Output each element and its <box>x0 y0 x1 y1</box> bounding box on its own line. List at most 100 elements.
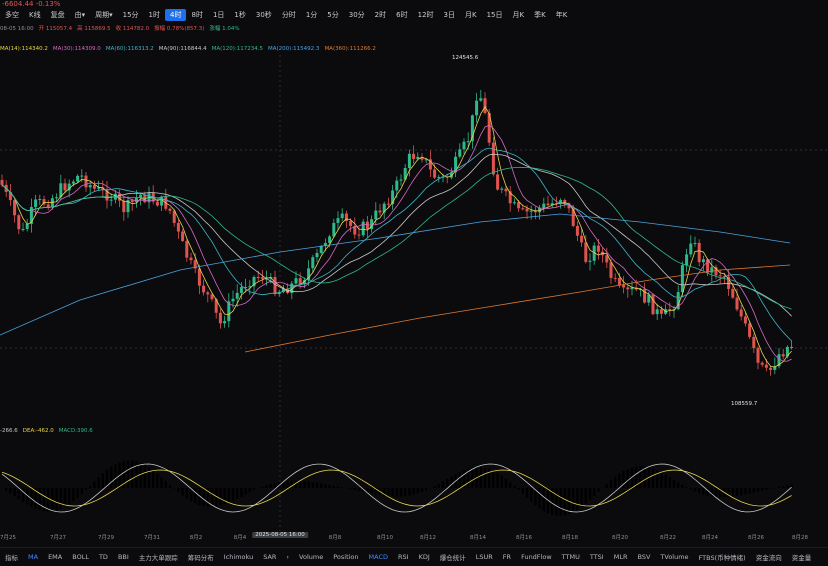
indicator-15[interactable]: KDJ <box>414 553 435 561</box>
ma200-line <box>0 214 790 335</box>
indicator-11[interactable]: Volume <box>294 553 328 561</box>
macd-bar <box>47 488 49 511</box>
indicator-26[interactable]: 资金流向 <box>751 552 787 562</box>
indicator-22[interactable]: MLR <box>609 553 633 561</box>
candle-body <box>626 287 629 289</box>
candle-body <box>433 170 436 178</box>
indicator-14[interactable]: RSI <box>393 553 414 561</box>
macd-bar <box>228 488 230 503</box>
candle-body <box>542 204 545 208</box>
indicator-13[interactable]: MACD <box>364 553 393 561</box>
candle-body <box>589 261 592 262</box>
macd-bar <box>93 481 95 488</box>
indicator-27[interactable]: 资金量 <box>787 552 817 562</box>
candle-body <box>366 222 369 229</box>
indicator-17[interactable]: LSUR <box>471 553 498 561</box>
macd-bar <box>694 488 696 491</box>
x-tick-label: 8月24 <box>702 533 718 541</box>
macd-bar <box>152 470 154 488</box>
candle-body <box>55 197 58 198</box>
indicator-24[interactable]: TVolume <box>655 553 693 561</box>
indicator-4[interactable]: TD <box>94 553 113 561</box>
macd-bar <box>341 487 343 488</box>
candle-body <box>475 101 478 116</box>
indicator-19[interactable]: FundFlow <box>516 553 557 561</box>
candle-body <box>13 200 16 215</box>
macd-bar <box>190 488 192 501</box>
candle-body <box>584 242 587 261</box>
macd-bar <box>148 467 150 488</box>
candle-body <box>38 199 41 200</box>
indicator-23[interactable]: BSV <box>632 553 655 561</box>
indicator-7[interactable]: 筹码分布 <box>183 552 219 562</box>
indicator-21[interactable]: TTSI <box>585 553 609 561</box>
indicator-12[interactable]: Position <box>328 553 363 561</box>
macd-bar <box>517 488 519 490</box>
x-tick-label: 8月10 <box>377 533 393 541</box>
candle-body <box>782 354 785 356</box>
candle-body <box>261 277 264 279</box>
candle-body <box>685 254 688 265</box>
macd-legend-item: DEA:-462.0 <box>23 428 54 434</box>
macd-bar <box>673 480 675 488</box>
macd-bar <box>354 488 356 490</box>
indicator-8[interactable]: Ichimoku <box>219 553 258 561</box>
macd-bar <box>312 482 314 488</box>
ma30-line <box>2 125 792 361</box>
candle-body <box>752 337 755 348</box>
candle-body <box>72 182 75 184</box>
indicator-3[interactable]: BOLL <box>67 553 94 561</box>
candle-body <box>22 229 25 230</box>
indicator-1[interactable]: MA <box>23 553 43 561</box>
candle-body <box>374 211 377 220</box>
macd-bar <box>753 488 755 493</box>
macd-bar <box>135 461 137 488</box>
candle-body <box>190 258 193 261</box>
macd-bar <box>681 485 683 488</box>
indicator-5[interactable]: BBI <box>113 553 134 561</box>
macd-bar <box>740 488 742 495</box>
candle-body <box>223 321 226 323</box>
macd-bar <box>316 483 318 488</box>
macd-bar <box>303 481 305 488</box>
indicator-20[interactable]: TTMU <box>557 553 585 561</box>
candle-body <box>757 348 760 363</box>
candlestick-chart[interactable] <box>0 0 828 531</box>
candle-body <box>341 214 344 219</box>
x-axis: 7月257月277月297月318月28月48月88月108月128月148月1… <box>0 531 828 541</box>
indicator-10[interactable]: › <box>281 553 294 561</box>
macd-bar <box>328 485 330 488</box>
candle-body <box>719 275 722 276</box>
candle-body <box>790 347 793 348</box>
x-tick-label: 8月22 <box>660 533 676 541</box>
candle-body <box>467 141 470 142</box>
x-tick-label: 8月4 <box>234 533 247 541</box>
macd-bar <box>55 488 57 510</box>
macd-bar <box>711 488 713 497</box>
indicator-0[interactable]: 指标 <box>0 552 23 562</box>
candle-body <box>320 246 323 253</box>
macd-bar <box>618 474 620 488</box>
macd-bar <box>522 488 524 494</box>
candle-body <box>236 293 239 299</box>
macd-bar <box>211 488 213 507</box>
candle-body <box>76 176 79 182</box>
macd-bar <box>530 488 532 502</box>
macd-bar <box>5 488 7 491</box>
candle-body <box>395 181 398 191</box>
macd-legend-item: -266.6 <box>0 428 18 434</box>
indicator-9[interactable]: SAR <box>258 553 281 561</box>
macd-bar <box>39 488 41 510</box>
candle-body <box>206 292 209 294</box>
candle-body <box>295 278 298 283</box>
candle-body <box>110 200 113 201</box>
macd-bar <box>433 486 435 488</box>
indicator-16[interactable]: 爆仓统计 <box>435 552 471 562</box>
macd-bar <box>202 488 204 506</box>
indicator-18[interactable]: FR <box>498 553 516 561</box>
indicator-2[interactable]: EMA <box>43 553 67 561</box>
macd-bar <box>299 481 301 488</box>
indicator-25[interactable]: FTBS(币种情绪) <box>694 552 751 562</box>
candle-body <box>622 285 625 288</box>
indicator-6[interactable]: 主力大单跟踪 <box>134 552 183 562</box>
